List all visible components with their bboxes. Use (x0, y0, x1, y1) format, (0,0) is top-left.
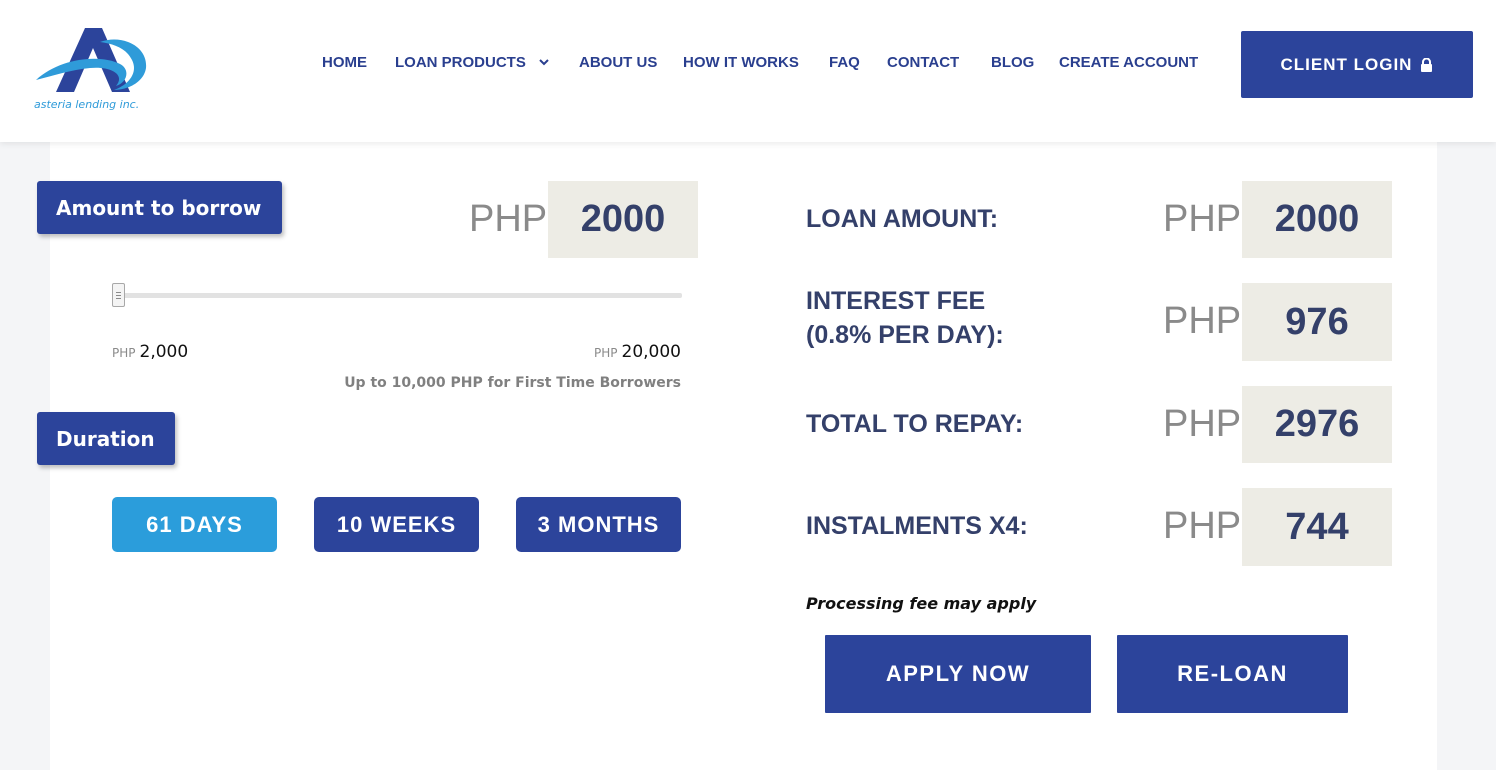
interest-fee-currency: PHP (1163, 300, 1242, 342)
loan-amount-value: 2000 (1242, 181, 1392, 258)
lock-icon (1421, 57, 1433, 72)
nav-create-account[interactable]: CREATE ACCOUNT (1059, 54, 1198, 71)
slider-max-currency: PHP (594, 346, 618, 360)
asteria-logo[interactable]: asteria lending inc. (30, 24, 160, 120)
interest-fee-label-line1: INTEREST FEE (806, 287, 986, 315)
nav-blog[interactable]: BLOG (991, 54, 1034, 71)
amount-to-borrow-tag: Amount to borrow (37, 181, 282, 234)
total-to-repay-label: TOTAL TO REPAY: (806, 410, 1024, 438)
logo-text: asteria lending inc. (34, 98, 140, 111)
duration-tag: Duration (37, 412, 175, 465)
amount-currency: PHP (469, 198, 548, 240)
instalments-value: 744 (1242, 488, 1392, 566)
nav-how-it-works[interactable]: HOW IT WORKS (683, 54, 799, 71)
slider-min-value: 2,000 (139, 342, 189, 362)
nav-home[interactable]: HOME (322, 54, 367, 71)
re-loan-button[interactable]: RE-LOAN (1117, 635, 1348, 713)
nav-loan-products[interactable]: LOAN PRODUCTS (395, 54, 550, 71)
nav-contact[interactable]: CONTACT (887, 54, 959, 71)
amount-value: 2000 (548, 181, 698, 258)
total-to-repay-currency: PHP (1163, 403, 1242, 445)
client-login-label: CLIENT LOGIN (1280, 54, 1413, 74)
interest-fee-value: 976 (1242, 283, 1392, 361)
apply-now-button[interactable]: APPLY NOW (825, 635, 1091, 713)
loan-amount-currency: PHP (1163, 198, 1242, 240)
instalments-currency: PHP (1163, 505, 1242, 547)
site-header: asteria lending inc. HOME LOAN PRODUCTS … (0, 0, 1496, 142)
interest-fee-label: INTEREST FEE (0.8% PER DAY): (806, 284, 1004, 352)
client-login-button[interactable]: CLIENT LOGIN (1241, 31, 1473, 98)
duration-61-days-button[interactable]: 61 DAYS (112, 497, 277, 552)
first-time-borrower-note: Up to 10,000 PHP for First Time Borrower… (344, 375, 681, 391)
slider-min-label: PHP 2,000 (112, 342, 188, 362)
processing-fee-note: Processing fee may apply (806, 594, 1037, 613)
chevron-down-icon (539, 59, 549, 66)
amount-slider-track[interactable] (112, 293, 682, 298)
instalments-label: INSTALMENTS X4: (806, 512, 1028, 540)
duration-10-weeks-button[interactable]: 10 WEEKS (314, 497, 479, 552)
nav-faq[interactable]: FAQ (829, 54, 860, 71)
duration-3-months-button[interactable]: 3 MONTHS (516, 497, 681, 552)
slider-min-currency: PHP (112, 346, 136, 360)
logo-mark-icon (36, 28, 147, 92)
nav-loan-products-label: LOAN PRODUCTS (395, 54, 526, 71)
interest-fee-label-line2: (0.8% PER DAY): (806, 321, 1004, 349)
amount-slider-handle[interactable] (112, 283, 125, 307)
total-to-repay-value: 2976 (1242, 386, 1392, 463)
slider-max-label: PHP 20,000 (594, 342, 681, 362)
slider-max-value: 20,000 (621, 342, 681, 362)
loan-amount-label: LOAN AMOUNT: (806, 205, 999, 233)
nav-about-us[interactable]: ABOUT US (579, 54, 657, 71)
